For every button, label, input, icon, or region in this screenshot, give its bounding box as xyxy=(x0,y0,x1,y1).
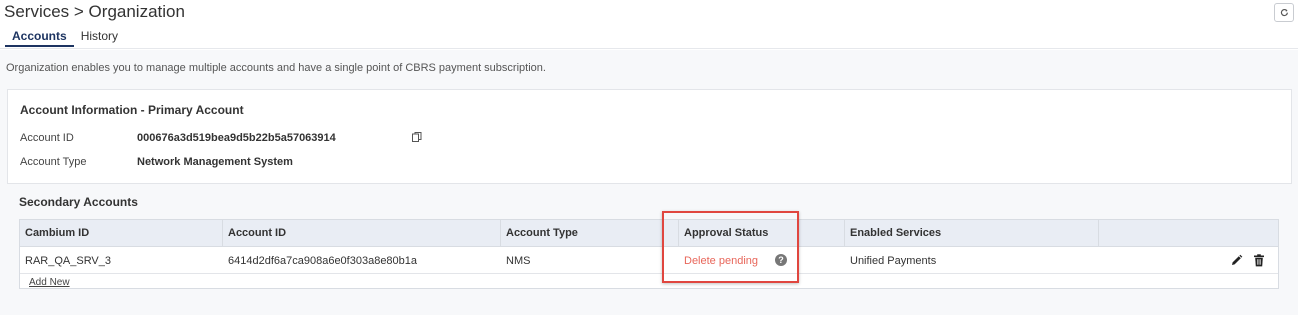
page-description: Organization enables you to manage multi… xyxy=(6,62,546,74)
column-header-cambium-id: Cambium ID xyxy=(20,220,223,247)
breadcrumb: Services > Organization xyxy=(4,2,185,21)
tab-history[interactable]: History xyxy=(74,30,125,47)
add-new-link[interactable]: Add New xyxy=(29,277,70,288)
account-type-value: Network Management System xyxy=(137,156,293,168)
account-id-value: 000676a3d519bea9d5b22b5a57063914 xyxy=(137,132,336,144)
refresh-button[interactable] xyxy=(1274,3,1294,22)
cell-enabled-services: Unified Payments xyxy=(850,255,937,267)
account-id-label: Account ID xyxy=(20,132,74,144)
cell-account-type: NMS xyxy=(506,255,531,267)
secondary-accounts-table: Cambium ID Account ID Account Type Appro… xyxy=(19,219,1279,289)
account-type-label: Account Type xyxy=(20,156,87,168)
copy-icon[interactable] xyxy=(411,131,423,143)
cell-cambium-id: RAR_QA_SRV_3 xyxy=(25,255,112,267)
primary-account-title: Account Information - Primary Account xyxy=(20,103,244,117)
column-header-account-id: Account ID xyxy=(223,220,501,247)
column-header-account-type: Account Type xyxy=(501,220,679,247)
refresh-icon xyxy=(1280,9,1288,17)
column-header-approval-status: Approval Status xyxy=(679,220,845,247)
table-header: Cambium ID Account ID Account Type Appro… xyxy=(20,220,1278,247)
cell-approval-status: Delete pending xyxy=(684,255,759,267)
trash-icon[interactable] xyxy=(1253,254,1265,267)
primary-account-card: Account Information - Primary Account Ac… xyxy=(7,89,1292,184)
column-header-enabled-services: Enabled Services xyxy=(845,220,1099,247)
help-icon[interactable]: ? xyxy=(775,254,787,266)
table-row: RAR_QA_SRV_3 6414d2df6a7ca908a6e0f303a8e… xyxy=(20,248,1278,274)
secondary-accounts-title: Secondary Accounts xyxy=(19,195,138,209)
edit-icon[interactable] xyxy=(1230,254,1243,267)
page-header: Services > Organization Accounts History xyxy=(0,0,1298,49)
tab-bar: Accounts History xyxy=(5,30,125,47)
tab-accounts[interactable]: Accounts xyxy=(5,30,74,47)
cell-account-id: 6414d2df6a7ca908a6e0f303a8e80b1a xyxy=(228,255,418,267)
column-header-actions xyxy=(1099,220,1278,247)
